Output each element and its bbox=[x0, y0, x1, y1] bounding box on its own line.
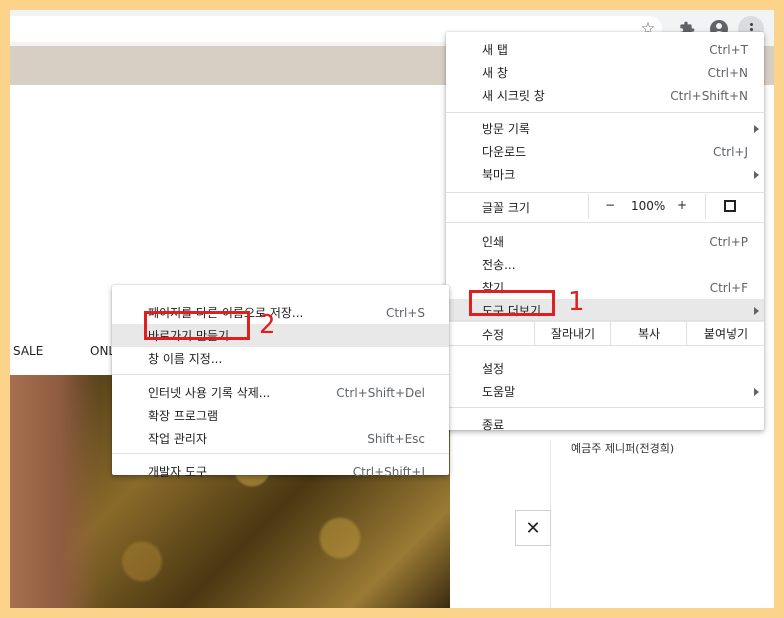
menu-item-extensions[interactable]: 확장 프로그램 bbox=[112, 404, 449, 427]
highlight-box-create-shortcut bbox=[144, 311, 250, 340]
menu-item-name-window[interactable]: 창 이름 지정... bbox=[112, 347, 449, 370]
edit-row: 수정 잘라내기 복사 붙여넣기 bbox=[446, 320, 764, 346]
highlight-box-more-tools bbox=[469, 290, 555, 316]
menu-item-shortcut: Ctrl+T bbox=[709, 42, 748, 57]
chrome-main-menu: 새 탭 Ctrl+T 새 창 Ctrl+N 새 시크릿 창 Ctrl+Shift… bbox=[446, 32, 764, 432]
menu-item-settings[interactable]: 설정 bbox=[446, 357, 764, 380]
menu-item-label: 설정 bbox=[482, 362, 505, 376]
menu-item-shortcut: Ctrl+Shift+Del bbox=[336, 385, 425, 400]
menu-item-print[interactable]: 인쇄 Ctrl+P bbox=[446, 230, 764, 253]
menu-divider bbox=[446, 222, 764, 223]
close-icon[interactable]: ✕ bbox=[515, 510, 551, 546]
menu-item-label: 새 탭 bbox=[482, 43, 508, 57]
model-silhouette bbox=[10, 375, 100, 608]
zoom-out-button[interactable]: − bbox=[605, 198, 615, 212]
menu-item-shortcut: Ctrl+F bbox=[709, 280, 748, 295]
menu-item-help[interactable]: 도움말 bbox=[446, 380, 764, 403]
edit-label: 수정 bbox=[482, 328, 505, 342]
menu-item-bookmarks[interactable]: 북마크 bbox=[446, 163, 764, 186]
menu-divider bbox=[446, 112, 764, 113]
menu-item-shortcut: Ctrl+S bbox=[385, 305, 425, 320]
menu-item-exit[interactable]: 종료 bbox=[446, 413, 764, 436]
menu-item-shortcut: Ctrl+N bbox=[707, 65, 748, 80]
menu-item-label: 도움말 bbox=[482, 385, 516, 399]
menu-divider bbox=[446, 192, 764, 193]
menu-item-label: 방문 기록 bbox=[482, 122, 530, 136]
zoom-label: 글꼴 크기 bbox=[482, 201, 530, 215]
menu-item-shortcut: Ctrl+P bbox=[709, 234, 748, 249]
submenu-arrow-icon bbox=[754, 387, 764, 397]
menu-item-task-manager[interactable]: 작업 관리자 Shift+Esc bbox=[112, 427, 449, 450]
menu-item-label: 북마크 bbox=[482, 168, 516, 182]
menu-item-label: 작업 관리자 bbox=[148, 432, 208, 446]
menu-item-label: 다운로드 bbox=[482, 145, 527, 159]
menu-divider bbox=[112, 453, 449, 454]
menu-item-label: 확장 프로그램 bbox=[148, 409, 219, 423]
nav-sale[interactable]: SALE bbox=[13, 344, 43, 358]
account-holder-text: 예금주 제니퍼(전경희) bbox=[571, 442, 675, 455]
submenu-arrow-icon bbox=[754, 170, 764, 180]
zoom-control: − 100% + bbox=[588, 194, 706, 218]
menu-item-label: 창 이름 지정... bbox=[148, 352, 223, 366]
menu-item-label: 인터넷 사용 기록 삭제... bbox=[148, 386, 271, 400]
step-number-2: 2 bbox=[259, 310, 276, 340]
menu-item-shortcut: Ctrl+J bbox=[713, 144, 748, 159]
zoom-value: 100% bbox=[631, 199, 666, 213]
menu-item-history[interactable]: 방문 기록 bbox=[446, 117, 764, 140]
menu-item-new-tab[interactable]: 새 탭 Ctrl+T bbox=[446, 38, 764, 61]
menu-item-label: 새 시크릿 창 bbox=[482, 89, 545, 103]
menu-item-label: 새 창 bbox=[482, 66, 508, 80]
submenu-arrow-icon bbox=[754, 124, 764, 134]
menu-divider bbox=[446, 407, 764, 408]
submenu-arrow-icon bbox=[754, 306, 764, 316]
menu-item-incognito[interactable]: 새 시크릿 창 Ctrl+Shift+N bbox=[446, 84, 764, 107]
zoom-in-button[interactable]: + bbox=[677, 198, 687, 212]
menu-item-shortcut: Ctrl+Shift+I bbox=[352, 464, 425, 479]
menu-item-label: 인쇄 bbox=[482, 235, 505, 249]
menu-item-label: 종료 bbox=[482, 418, 505, 432]
menu-item-dev-tools[interactable]: 개발자 도구 Ctrl+Shift+I bbox=[112, 460, 449, 483]
fullscreen-icon[interactable] bbox=[724, 200, 736, 212]
side-panel: 예금주 제니퍼(전경희) bbox=[550, 440, 774, 608]
zoom-row: 글꼴 크기 − 100% + bbox=[446, 194, 764, 218]
menu-item-new-window[interactable]: 새 창 Ctrl+N bbox=[446, 61, 764, 84]
menu-item-label: 개발자 도구 bbox=[148, 465, 208, 479]
menu-item-clear-data[interactable]: 인터넷 사용 기록 삭제... Ctrl+Shift+Del bbox=[112, 381, 449, 404]
step-number-1: 1 bbox=[568, 287, 585, 317]
menu-item-cast[interactable]: 전송... bbox=[446, 253, 764, 276]
menu-divider bbox=[112, 374, 449, 375]
menu-item-shortcut: Ctrl+Shift+N bbox=[670, 88, 748, 103]
menu-item-label: 전송... bbox=[482, 258, 516, 272]
cut-button[interactable]: 잘라내기 bbox=[534, 321, 611, 345]
menu-item-downloads[interactable]: 다운로드 Ctrl+J bbox=[446, 140, 764, 163]
menu-item-shortcut: Shift+Esc bbox=[367, 431, 425, 446]
copy-button[interactable]: 복사 bbox=[610, 321, 687, 345]
paste-button[interactable]: 붙여넣기 bbox=[686, 321, 765, 345]
